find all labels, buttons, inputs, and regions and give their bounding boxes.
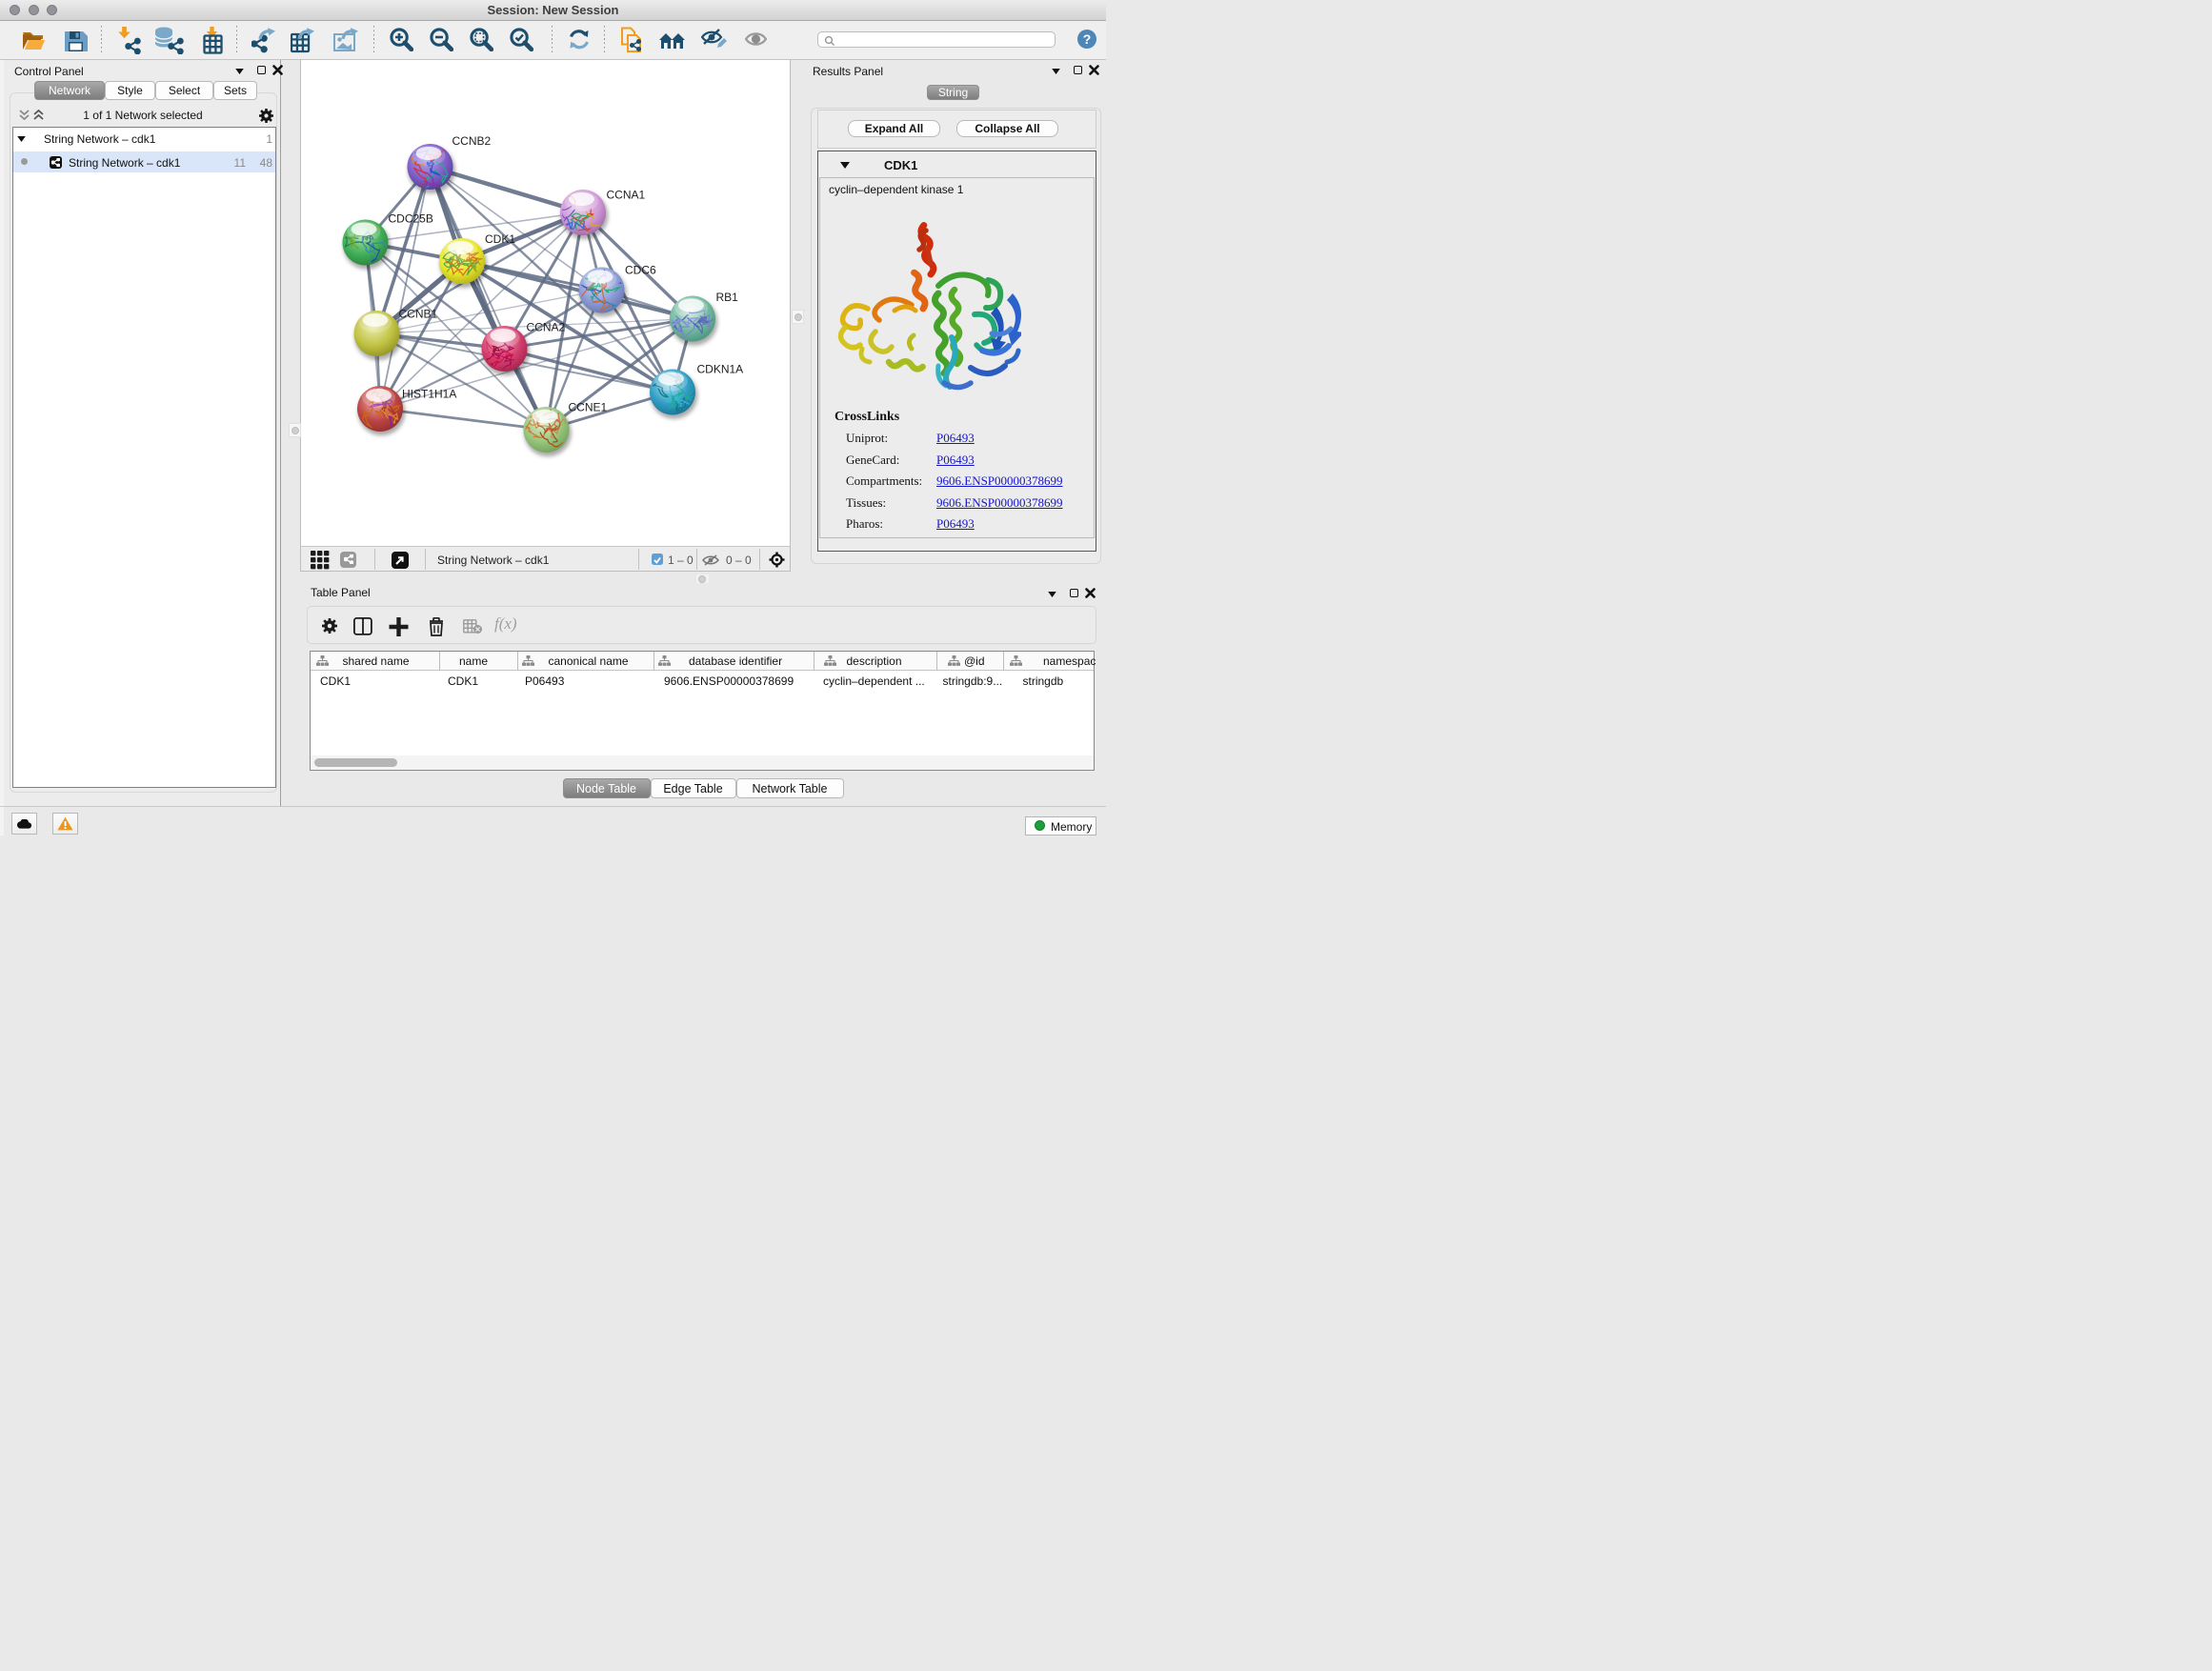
svg-text:CDC6: CDC6 <box>625 264 656 277</box>
svg-text:CCNB1: CCNB1 <box>399 308 438 321</box>
svg-text:CCNA1: CCNA1 <box>607 189 646 202</box>
svg-text:CDKN1A: CDKN1A <box>697 363 744 376</box>
svg-text:CDK1: CDK1 <box>485 232 515 246</box>
svg-text:CDC25B: CDC25B <box>389 212 433 226</box>
svg-text:RB1: RB1 <box>716 291 739 304</box>
svg-text:HIST1H1A: HIST1H1A <box>402 388 456 401</box>
svg-text:CCNA2: CCNA2 <box>527 321 566 334</box>
svg-text:CCNE1: CCNE1 <box>569 401 608 414</box>
svg-text:CCNB2: CCNB2 <box>452 134 492 148</box>
